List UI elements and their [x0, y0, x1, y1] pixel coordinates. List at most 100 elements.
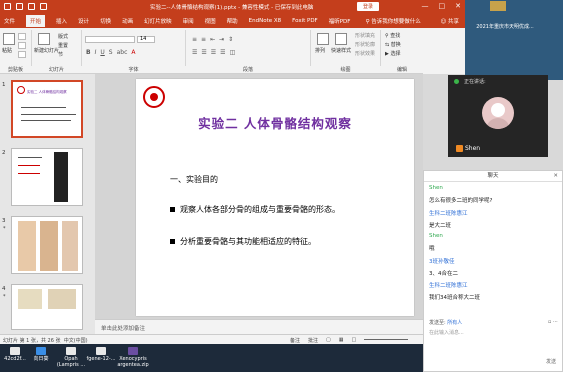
shape-outline-button[interactable]: 形状轮廓 [355, 41, 375, 48]
font-size-combobox[interactable]: 14 [137, 36, 155, 43]
slide-thumbnail-2[interactable] [11, 148, 83, 206]
tab-design[interactable]: 设计 [78, 17, 89, 25]
skeleton-image [54, 152, 68, 202]
sorter-view-icon[interactable]: ▦ [339, 337, 344, 344]
strikethrough-icon[interactable]: abc [117, 49, 128, 56]
slide-editing-area[interactable]: 实验二 人体骨骼结构观察 一、实验目的 观察人体各部分骨的组成与重要骨骼的形态。… [95, 74, 423, 334]
bullets-icon[interactable]: ≡ [192, 36, 197, 43]
login-button[interactable]: 登录 [357, 2, 380, 11]
quick-styles-label[interactable]: 快速样式 [331, 47, 351, 54]
send-button[interactable]: 发送 [546, 358, 556, 365]
copy-icon[interactable] [18, 42, 26, 49]
chat-sender: 3班孙敬佳 [429, 259, 455, 265]
slide-thumbnail-3[interactable] [11, 216, 83, 274]
arrange-label[interactable]: 排列 [315, 47, 325, 54]
taskbar-item-5[interactable]: Xenocypris argentea.zip [116, 347, 150, 368]
tab-transitions[interactable]: 切换 [100, 17, 111, 25]
share-button[interactable]: ☺ 共享 [441, 17, 460, 25]
reset-button[interactable]: 重置 [58, 42, 68, 49]
notes-toggle[interactable]: 备注 [290, 337, 300, 344]
close-icon[interactable]: ✕ [553, 171, 558, 182]
file-icon [66, 347, 76, 355]
slide-thumbnail-1[interactable]: 实验二 人体骨骼结构观察 [11, 80, 83, 138]
align-left-icon[interactable]: ☰ [192, 49, 197, 56]
format-painter-icon[interactable] [18, 51, 26, 58]
slide-canvas[interactable]: 实验二 人体骨骼结构观察 一、实验目的 观察人体各部分骨的组成与重要骨骼的形态。… [136, 79, 414, 316]
tab-file[interactable]: 文件 [4, 17, 15, 25]
layout-button[interactable]: 版式 [58, 33, 68, 40]
align-right-icon[interactable]: ☰ [211, 49, 216, 56]
shape-fill-button[interactable]: 形状填充 [355, 32, 375, 39]
tab-endnote[interactable]: EndNote X8 [249, 18, 282, 24]
undo-icon[interactable] [16, 3, 23, 10]
slide-bullet-1[interactable]: 观察人体各部分骨的组成与重要骨骼的形态。 [170, 204, 340, 215]
font-name-combobox[interactable] [85, 36, 135, 43]
numbering-icon[interactable]: ≡ [201, 36, 206, 43]
redo-icon[interactable] [28, 3, 35, 10]
taskbar-item-label: Opah (Lampris ... [56, 356, 86, 368]
video-tile[interactable]: 正在讲话: Shen [448, 75, 548, 157]
line-spacing-icon[interactable]: ⇕ [228, 36, 233, 43]
columns-icon[interactable]: ◫ [230, 49, 236, 56]
tab-insert[interactable]: 插入 [56, 17, 67, 25]
file-share-icon[interactable]: ▫ [548, 319, 551, 325]
chat-input[interactable]: 在此输入消息... [429, 329, 464, 336]
tell-me-search[interactable]: ⚲ 告诉我你想要做什么 [365, 17, 420, 25]
italic-icon[interactable]: I [95, 49, 97, 56]
font-color-icon[interactable]: A [131, 49, 135, 56]
select-button[interactable]: ▶ 选择 [385, 50, 400, 57]
more-icon[interactable]: ⋯ [553, 319, 558, 325]
taskbar-item-2[interactable]: 向日葵 [26, 347, 56, 362]
university-logo-icon [143, 86, 165, 108]
send-to-row: 发送至: 所有人 [429, 319, 462, 326]
normal-view-icon[interactable]: ▢ [326, 337, 331, 344]
tab-foxit-pdf[interactable]: Foxit PDF [292, 18, 318, 24]
desktop-icon-label[interactable]: 2021年重庆市天明优成... [475, 24, 535, 30]
slide-bullet-2[interactable]: 分析重要骨骼与其功能相适应的特征。 [170, 236, 316, 247]
tab-slideshow[interactable]: 幻灯片放映 [144, 17, 172, 25]
slide-subtitle[interactable]: 一、实验目的 [170, 174, 218, 185]
decrease-indent-icon[interactable]: ⇤ [210, 36, 215, 43]
comments-toggle[interactable]: 批注 [308, 337, 318, 344]
new-slide-icon[interactable] [38, 33, 50, 45]
underline-icon[interactable]: U [100, 49, 104, 56]
start-slideshow-icon[interactable] [40, 3, 47, 10]
shadow-icon[interactable]: S [109, 49, 113, 56]
slide-thumbnail-4[interactable] [11, 284, 83, 330]
folder-icon[interactable] [490, 1, 506, 11]
minimize-button[interactable]: — [422, 2, 429, 10]
tab-animations[interactable]: 动画 [122, 17, 133, 25]
save-icon[interactable] [4, 3, 11, 10]
increase-indent-icon[interactable]: ⇥ [219, 36, 224, 43]
slide-thumbnail-pane[interactable]: 1 实验二 人体骨骼结构观察 2 3 * 4 * [0, 74, 95, 334]
quick-styles-icon[interactable] [335, 33, 347, 45]
notes-pane[interactable]: 单击此处添加备注 [95, 319, 423, 334]
tab-fuxin-pdf[interactable]: 福昕PDF [329, 17, 351, 25]
taskbar-item-3[interactable]: Opah (Lampris ... [56, 347, 86, 368]
tab-review[interactable]: 审阅 [183, 17, 194, 25]
reading-view-icon[interactable]: □ [352, 337, 357, 344]
tab-home[interactable]: 开始 [26, 15, 46, 27]
shape-effects-button[interactable]: 形状效果 [355, 50, 375, 57]
tab-help[interactable]: 帮助 [227, 17, 238, 25]
taskbar-item-4[interactable]: fgene-12-... [86, 347, 116, 362]
chat-message: 怎么有很多二班的同学呢? [429, 198, 493, 204]
slide-title[interactable]: 实验二 人体骨骼结构观察 [136, 113, 414, 132]
thumb-title: 实验二 人体骨骼结构观察 [27, 90, 67, 94]
tab-view[interactable]: 视图 [205, 17, 216, 25]
paste-icon[interactable] [3, 33, 15, 45]
zoom-slider[interactable] [364, 337, 409, 344]
justify-icon[interactable]: ☰ [220, 49, 225, 56]
maximize-button[interactable]: □ [439, 2, 446, 10]
recipient-dropdown[interactable]: 所有人 [447, 320, 462, 326]
bold-icon[interactable]: B [86, 49, 91, 56]
close-button[interactable]: ✕ [455, 2, 461, 10]
cut-icon[interactable] [18, 33, 26, 40]
section-button[interactable]: 节 [58, 51, 63, 58]
arrange-icon[interactable] [317, 33, 329, 45]
replace-button[interactable]: ⇆ 替换 [385, 41, 401, 48]
find-button[interactable]: ⚲ 查找 [385, 32, 400, 39]
new-slide-label[interactable]: 新建幻灯片 [34, 47, 59, 54]
align-center-icon[interactable]: ☰ [201, 49, 206, 56]
tell-me-label: 告诉我你想要做什么 [371, 19, 421, 25]
